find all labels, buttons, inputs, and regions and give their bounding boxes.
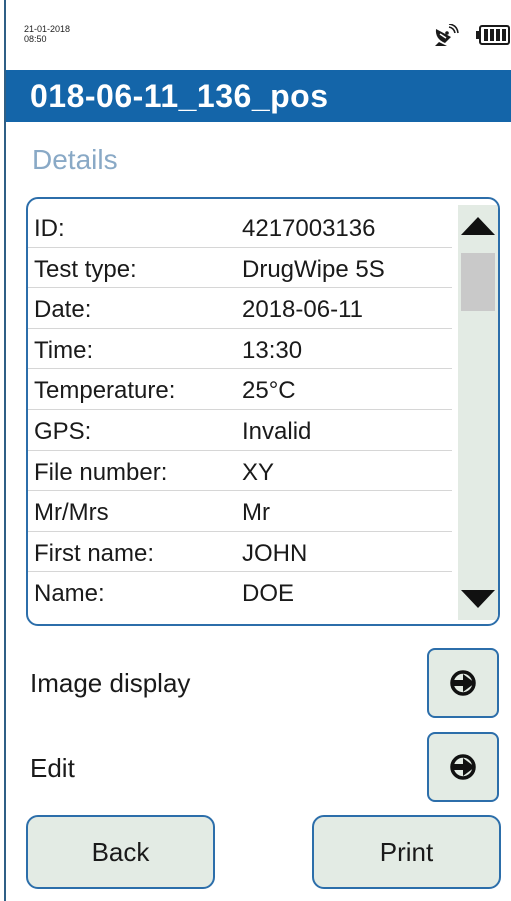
print-button[interactable]: Print [312,815,501,889]
status-date: 21-01-2018 [24,24,71,34]
back-button[interactable]: Back [26,815,215,889]
row-value: 4217003136 [242,215,376,242]
status-datetime: 21-01-2018 08:50 [24,24,70,44]
row-label: ID: [34,215,65,242]
left-border [4,0,6,901]
row-value: DrugWipe 5S [242,255,385,283]
row-label: First name: [34,539,155,567]
row-label: Name: [34,580,105,608]
image-display-button[interactable] [427,648,499,718]
scroll-thumb[interactable] [461,253,495,311]
details-row-temperature: Temperature: 25°C [28,369,452,410]
battery-full-icon [476,25,510,45]
edit-button[interactable] [427,732,499,802]
details-list[interactable]: ID: 4217003136 Test type: DrugWipe 5S Da… [26,197,500,626]
image-display-label: Image display [30,668,191,698]
arrow-right-circle-icon [450,670,476,696]
details-row-id: ID: 4217003136 [28,207,452,248]
row-value: DOE [242,580,295,608]
status-bar: 21-01-2018 08:50 [0,0,511,78]
scroll-down-arrow-icon[interactable] [458,580,498,620]
row-label: Date: [34,296,92,324]
row-value: JOHN [242,539,308,567]
row-label: Test type: [34,255,137,283]
details-rows: ID: 4217003136 Test type: DrugWipe 5S Da… [28,207,452,613]
row-value: XY [242,458,275,486]
row-value: 25°C [242,377,296,405]
row-value: 13:30 [242,336,303,364]
row-value: 2018-06-11 [242,296,363,324]
title-bar: 018-06-11_136_pos [6,70,511,122]
details-row-date: Date: 2018-06-11 [28,288,452,329]
details-scrollbar[interactable] [458,205,498,620]
details-row-test-type: Test type: DrugWipe 5S [28,248,452,289]
row-label: GPS: [34,417,92,445]
details-row-time: Time: 13:30 [28,329,452,370]
status-time: 08:50 [24,34,47,44]
row-label: File number: [34,458,168,486]
row-label: Mr/Mrs [34,499,109,527]
row-label: Temperature: [34,377,176,405]
details-row-file-number: File number: XY [28,451,452,492]
row-label: Time: [34,336,94,364]
details-row-mr-mrs: Mr/Mrs Mr [28,491,452,532]
details-row-gps: GPS: Invalid [28,410,452,451]
arrow-right-circle-icon [450,754,476,780]
row-value: Invalid [242,417,312,445]
edit-label: Edit [30,753,75,783]
satellite-dish-icon [435,24,459,46]
details-row-name: Name: DOE [28,572,452,613]
device-screen: 21-01-2018 08:50 018-06-11_136_pos Detai… [0,0,511,901]
scroll-up-arrow-icon[interactable] [458,205,498,245]
section-heading: Details [32,144,118,175]
row-value: Mr [242,499,270,527]
page-title: 018-06-11_136_pos [30,78,329,114]
details-row-first-name: First name: JOHN [28,532,452,573]
